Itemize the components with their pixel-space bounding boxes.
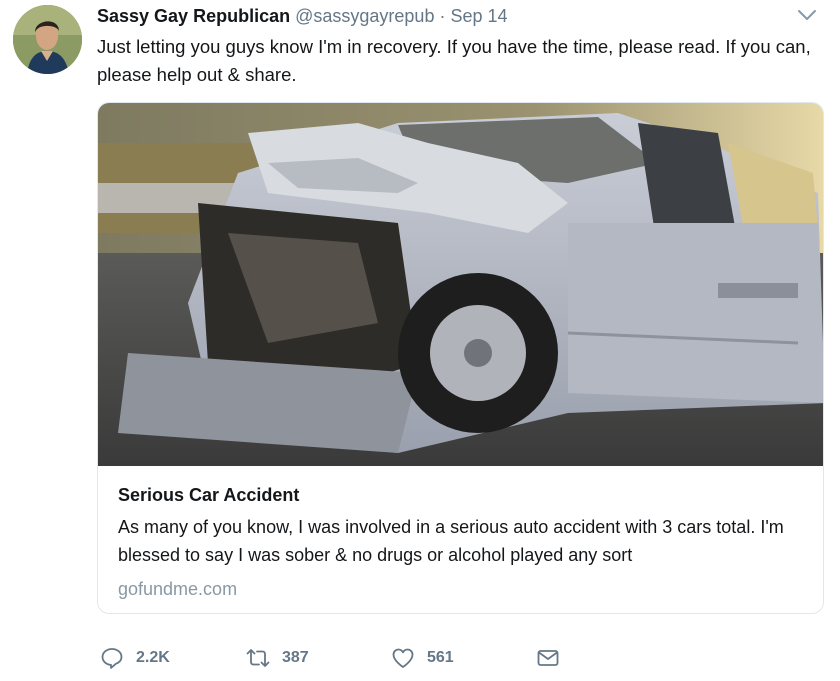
card-domain[interactable]: gofundme.com	[118, 577, 807, 601]
reply-button[interactable]: 2.2K	[100, 646, 218, 670]
retweet-count: 387	[282, 649, 309, 666]
like-icon	[392, 648, 414, 668]
user-handle[interactable]: @sassygayrepub	[295, 6, 434, 26]
reply-count: 2.2K	[136, 649, 170, 666]
reply-icon	[101, 648, 123, 669]
retweet-icon	[246, 649, 270, 667]
like-button[interactable]: 561	[391, 646, 508, 670]
card-body[interactable]: Serious Car Accident As many of you know…	[118, 483, 807, 601]
retweet-button[interactable]: 387	[246, 646, 363, 670]
card-title[interactable]: Serious Car Accident	[118, 483, 807, 507]
tweet-text: Just letting you guys know I'm in recove…	[97, 36, 811, 85]
display-name[interactable]: Sassy Gay Republican	[97, 6, 290, 26]
tweet-date[interactable]: Sep 14	[450, 6, 507, 26]
tweet-header: Sassy Gay Republican @sassygayrepub · Se…	[97, 4, 820, 30]
direct-message-icon	[537, 650, 559, 666]
direct-message-button[interactable]	[536, 646, 560, 670]
separator: ·	[439, 6, 446, 26]
chevron-down-icon[interactable]	[797, 8, 817, 22]
card-description: As many of you know, I was involved in a…	[118, 517, 784, 565]
card-image[interactable]	[98, 103, 824, 466]
link-card[interactable]: Serious Car Accident As many of you know…	[97, 102, 824, 614]
like-count: 561	[427, 649, 454, 666]
tweet-actions: 2.2K 387 561	[100, 645, 588, 671]
avatar[interactable]	[13, 5, 82, 74]
